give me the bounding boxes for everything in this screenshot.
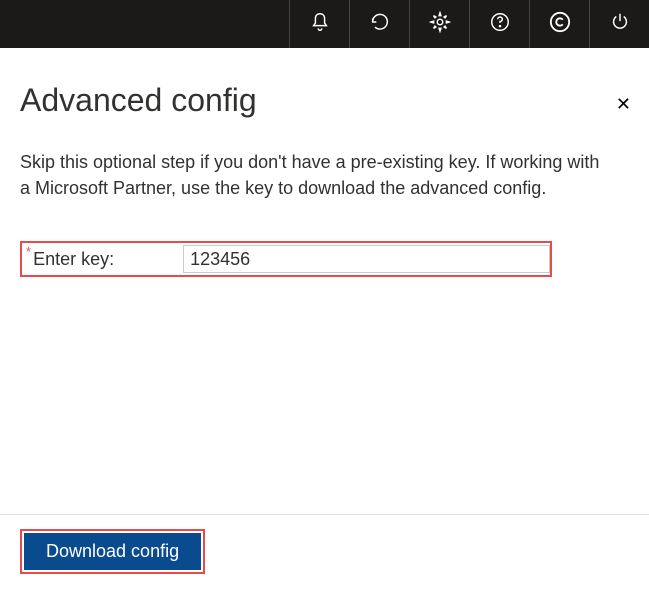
download-button-highlight: Download config <box>20 529 205 574</box>
close-icon: ✕ <box>616 94 631 114</box>
download-config-button[interactable]: Download config <box>24 533 201 570</box>
power-icon <box>609 11 631 38</box>
key-field-label: Enter key: <box>33 249 183 270</box>
top-toolbar <box>0 0 649 48</box>
dialog-title: Advanced config <box>20 82 629 119</box>
dialog-panel: ✕ Advanced config Skip this optional ste… <box>0 82 649 297</box>
notifications-button[interactable] <box>289 0 349 48</box>
settings-button[interactable] <box>409 0 469 48</box>
dialog-description: Skip this optional step if you don't hav… <box>20 149 610 201</box>
refresh-button[interactable] <box>349 0 409 48</box>
bell-icon <box>309 11 331 38</box>
copyright-icon <box>549 11 571 38</box>
help-icon <box>489 11 511 38</box>
help-button[interactable] <box>469 0 529 48</box>
required-marker: * <box>26 244 31 259</box>
key-field-row: * Enter key: <box>20 241 552 277</box>
key-input[interactable] <box>183 245 550 273</box>
refresh-icon <box>369 11 391 38</box>
gear-icon <box>429 11 451 38</box>
power-button[interactable] <box>589 0 649 48</box>
dialog-footer: Download config <box>0 514 649 574</box>
close-button[interactable]: ✕ <box>616 94 631 115</box>
copyright-button[interactable] <box>529 0 589 48</box>
